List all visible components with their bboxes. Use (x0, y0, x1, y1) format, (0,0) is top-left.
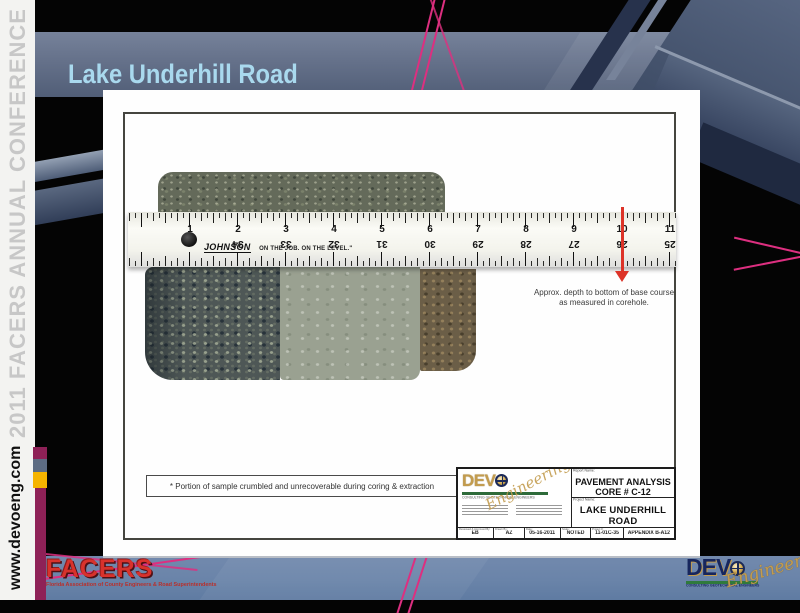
slide-title: Lake Underhill Road (68, 59, 298, 90)
field-project-number: Project #: 11-01C-35 (591, 528, 624, 538)
titleblock-devo-logo: DEV CONSULTING GEOTECHNICAL ENGINEERS En… (458, 469, 572, 527)
ruler-inch-number-inverted: 30 (424, 238, 435, 249)
ruler-inch-number: 7 (475, 224, 481, 235)
ruler-inch-number: 8 (523, 224, 529, 235)
conference-vertical-text: 2011 FACERS ANNUAL CONFERENCE (5, 8, 31, 438)
titleblock-fields-row: Reviewed & Approved By: EB Drawn By: AZ … (458, 527, 674, 538)
ruler-inch-number-inverted: 27 (568, 238, 579, 249)
ruler-inch-number: 2 (235, 224, 241, 235)
sidebar: 2011 FACERS ANNUAL CONFERENCE www.devoen… (0, 0, 35, 600)
field-value: APPENDIX B-A12 (628, 531, 670, 538)
core-sample-limerock (280, 267, 420, 380)
ruler-inch-number: 3 (283, 224, 289, 235)
field-value: AZ (506, 531, 513, 538)
core-sample-asphalt (145, 267, 280, 380)
title-block: DEV CONSULTING GEOTECHNICAL ENGINEERS En… (456, 467, 676, 540)
ruler-inch-number: 9 (571, 224, 577, 235)
devo-wordmark: DEV (462, 471, 495, 490)
report-title-line2: CORE # C-12 (572, 487, 674, 497)
accent-bar-maroon (35, 488, 46, 600)
field-appendix: APPENDIX B-A12 (624, 528, 674, 538)
core-sample-top (158, 172, 445, 213)
depth-arrow-head (615, 271, 629, 282)
ruler-inch-number: 4 (331, 224, 337, 235)
project-name-value: LAKE UNDERHILL ROAD (572, 505, 674, 527)
field-date: Date: 05-16-2011 (525, 528, 561, 538)
document-page: 1 2 3 4 5 6 7 8 9 10 11 34 33 32 31 30 2… (103, 90, 700, 556)
depth-annotation-line1: Approx. depth to bottom of base course (511, 288, 697, 298)
report-name-label: Report Name: (573, 469, 595, 473)
pink-line (734, 251, 800, 271)
facers-tagline: Florida Association of County Engineers … (46, 582, 217, 587)
titleblock-report-cell: Report Name: PAVEMENT ANALYSIS CORE # C-… (572, 469, 674, 498)
pink-line (734, 237, 800, 260)
ruler-brand-name: JOHNSON (204, 242, 251, 253)
ruler-ticks (128, 213, 676, 227)
depth-annotation-line2: as measured in corehole. (511, 298, 697, 308)
ruler-inch-number-inverted: 25 (664, 238, 675, 249)
field-scale: Scale: NOTED (561, 528, 591, 538)
field-approved-by: Reviewed & Approved By: EB (458, 528, 494, 538)
ruler-inch-number-inverted: 29 (472, 238, 483, 249)
facers-wordmark: FACERS (46, 556, 265, 582)
ruler-hang-hole (181, 232, 197, 247)
depth-arrow (621, 207, 624, 271)
field-value: 11-01C-35 (595, 531, 619, 538)
depth-annotation: Approx. depth to bottom of base course a… (511, 288, 697, 308)
core-sample-subgrade (420, 269, 476, 371)
report-title-line1: PAVEMENT ANALYSIS (572, 477, 674, 487)
website-vertical-text: www.devoeng.com (7, 446, 25, 590)
accent-block-maroon (33, 447, 47, 459)
field-drawn-by: Drawn By: AZ (494, 528, 525, 538)
project-name-label: Project Name: (573, 498, 595, 502)
ruler-brand-slogan: ON THE JOB. ON THE LEVEL." (259, 246, 352, 252)
ruler-inch-number-inverted: 31 (376, 238, 387, 249)
field-value: NOTED (567, 531, 585, 538)
facers-logo: FACERS Florida Association of County Eng… (46, 556, 265, 589)
field-value: 05-16-2011 (530, 531, 556, 538)
ruler: 1 2 3 4 5 6 7 8 9 10 11 34 33 32 31 30 2… (128, 212, 676, 267)
devo-logo: DEV CONSULTING GEOTECHNICAL ENGINEERS En… (686, 556, 798, 591)
slide: { "slide": { "title": "Lake Underhill Ro… (0, 0, 800, 600)
ruler-inch-number-inverted: 28 (520, 238, 531, 249)
ruler-inch-number: 6 (427, 224, 433, 235)
accent-block-amber (33, 472, 47, 488)
ruler-inch-number: 11 (665, 224, 676, 235)
accent-block-steel (33, 459, 47, 472)
titleblock-project-cell: Project Name: LAKE UNDERHILL ROAD (572, 498, 674, 527)
titleblock-address-lines (462, 505, 562, 517)
footnote-box: * Portion of sample crumbled and unrecov… (146, 475, 458, 497)
ruler-inch-number: 5 (379, 224, 385, 235)
field-value: EB (472, 531, 479, 538)
ruler-brand: JOHNSON ON THE JOB. ON THE LEVEL." (204, 237, 352, 255)
